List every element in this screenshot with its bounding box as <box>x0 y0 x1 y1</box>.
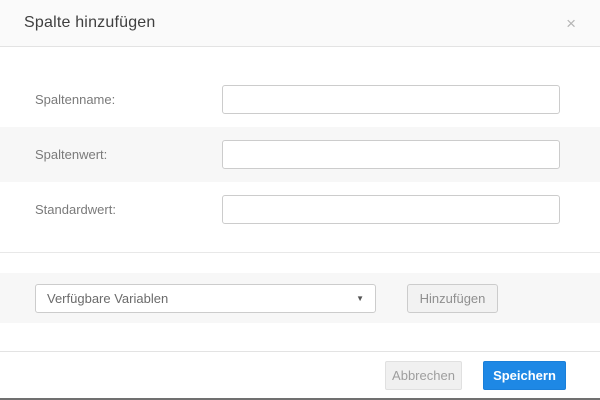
dialog-title: Spalte hinzufügen <box>24 14 156 31</box>
form-row-default-value: Standardwert: <box>0 182 600 237</box>
available-variables-select[interactable]: Verfügbare Variablen ▼ <box>35 283 376 313</box>
variables-section: Verfügbare Variablen ▼ Hinzufügen <box>0 273 600 323</box>
form-area: Spaltenname: Spaltenwert: Standardwert: <box>0 72 600 237</box>
form-row-column-value: Spaltenwert: <box>0 127 600 182</box>
add-column-dialog: Spalte hinzufügen × Spaltenname: Spalten… <box>0 0 600 400</box>
default-value-label: Standardwert: <box>35 202 116 217</box>
form-row-column-name: Spaltenname: <box>0 72 600 127</box>
available-variables-select-value: Verfügbare Variablen <box>47 290 169 306</box>
default-value-input[interactable] <box>222 195 560 224</box>
save-button[interactable]: Speichern <box>483 360 566 390</box>
dialog-footer: Abbrechen Speichern <box>0 351 600 398</box>
chevron-down-icon: ▼ <box>356 293 364 303</box>
section-divider <box>0 252 600 253</box>
column-value-label: Spaltenwert: <box>35 147 108 162</box>
column-name-label: Spaltenname: <box>35 92 116 107</box>
cancel-button[interactable]: Abbrechen <box>385 360 462 390</box>
dialog-header: Spalte hinzufügen × <box>0 0 600 47</box>
close-icon[interactable]: × <box>566 15 576 32</box>
column-value-input[interactable] <box>222 140 560 169</box>
add-variable-button[interactable]: Hinzufügen <box>407 283 498 313</box>
column-name-input[interactable] <box>222 85 560 114</box>
